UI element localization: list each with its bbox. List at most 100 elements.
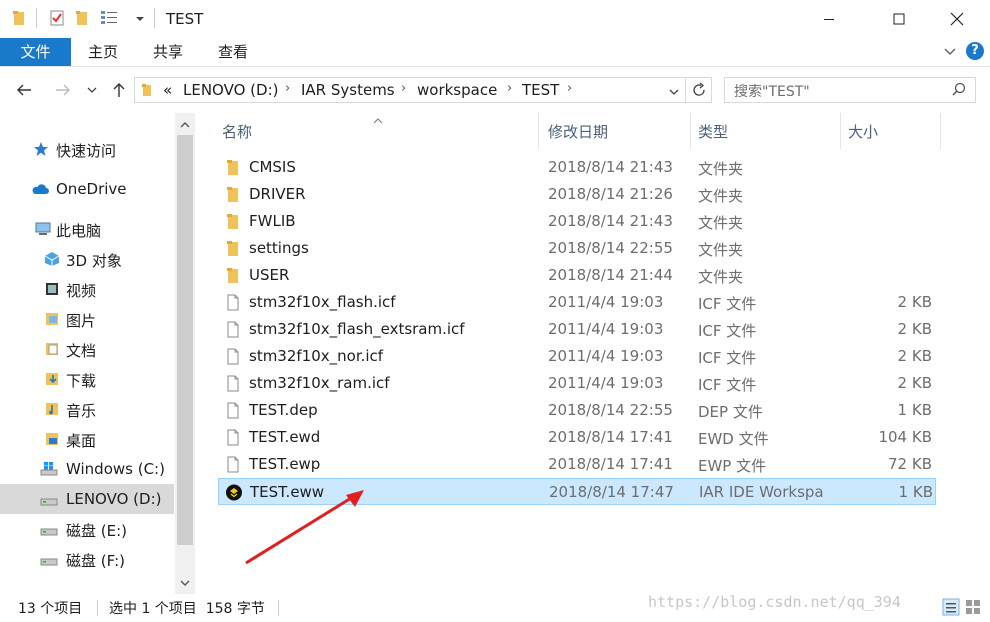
file-row[interactable]: FWLIB 2018/8/14 21:43 文件夹 <box>218 208 936 235</box>
properties-check-icon[interactable] <box>48 9 66 27</box>
maximize-button[interactable] <box>876 0 922 38</box>
download-icon <box>44 371 60 387</box>
file-date: 2018/8/14 21:43 <box>548 158 673 176</box>
up-button[interactable] <box>108 79 130 101</box>
file-icon <box>224 321 242 338</box>
refresh-icon[interactable] <box>691 82 707 102</box>
file-size: 2 KB <box>897 293 932 311</box>
sidebar-item-documents[interactable]: 文档 <box>0 334 174 364</box>
sidebar-item-videos[interactable]: 视频 <box>0 274 174 304</box>
window-title: TEST <box>166 10 204 28</box>
forward-button[interactable] <box>52 79 74 101</box>
column-header-size[interactable]: 大小 <box>848 121 878 142</box>
column-header-type[interactable]: 类型 <box>698 121 728 142</box>
sidebar-item-onedrive[interactable]: OneDrive <box>0 174 174 204</box>
file-size: 1 KB <box>898 483 933 501</box>
file-type: ICF 文件 <box>698 376 757 394</box>
breadcrumb-drive[interactable]: LENOVO (D:) <box>183 81 278 99</box>
new-folder-icon[interactable] <box>74 9 92 27</box>
search-placeholder[interactable]: 搜索"TEST" <box>734 81 810 101</box>
star-icon <box>33 141 49 157</box>
sidebar-item-3d-objects[interactable]: 3D 对象 <box>0 244 174 274</box>
forward-arrow-icon <box>56 84 70 96</box>
file-type: IAR IDE Workspa <box>699 483 824 501</box>
file-row[interactable]: CMSIS 2018/8/14 21:43 文件夹 <box>218 154 936 181</box>
file-name: USER <box>249 266 290 284</box>
ribbon-expand-icon[interactable] <box>943 44 957 62</box>
file-row[interactable]: settings 2018/8/14 22:55 文件夹 <box>218 235 936 262</box>
documents-icon <box>44 341 60 357</box>
file-row[interactable]: stm32f10x_flash.icf 2011/4/4 19:03 ICF 文件 2… <box>218 289 936 316</box>
sidebar-item-lenovo-d[interactable]: LENOVO (D:) <box>0 484 174 514</box>
close-button[interactable] <box>934 0 980 38</box>
file-date: 2011/4/4 19:03 <box>548 347 664 365</box>
sidebar-item-disk-e[interactable]: 磁盘 (E:) <box>0 514 174 544</box>
back-button[interactable] <box>13 79 35 101</box>
file-date: 2011/4/4 19:03 <box>548 320 664 338</box>
file-type: EWP 文件 <box>698 457 767 475</box>
file-size: 2 KB <box>897 347 932 365</box>
address-bar[interactable]: « LENOVO (D:) › IAR Systems › workspace … <box>134 77 712 103</box>
breadcrumb-chevron-icon[interactable]: › <box>507 81 512 96</box>
scrollbar-thumb[interactable] <box>177 135 193 545</box>
scroll-up-icon[interactable] <box>179 117 191 135</box>
scroll-down-icon[interactable] <box>179 575 191 593</box>
tab-share[interactable]: 共享 <box>143 38 193 66</box>
help-icon[interactable]: ? <box>966 42 984 60</box>
breadcrumb-chevron-icon[interactable]: › <box>285 81 290 96</box>
sidebar-item-disk-f[interactable]: 磁盘 (F:) <box>0 544 174 574</box>
file-size: 72 KB <box>888 455 932 473</box>
file-row[interactable]: DRIVER 2018/8/14 21:26 文件夹 <box>218 181 936 208</box>
breadcrumb-iar[interactable]: IAR Systems <box>301 81 395 99</box>
recent-locations-button[interactable] <box>84 79 100 101</box>
file-row[interactable]: stm32f10x_flash_extsram.icf 2011/4/4 19:0… <box>218 316 936 343</box>
sidebar-item-quick-access[interactable]: 快速访问 <box>0 134 174 164</box>
file-row[interactable]: USER 2018/8/14 21:44 文件夹 <box>218 262 936 289</box>
file-type: ICF 文件 <box>698 349 757 367</box>
file-icon <box>224 294 242 311</box>
breadcrumb-workspace[interactable]: workspace <box>417 81 497 99</box>
file-name: stm32f10x_flash_extsram.icf <box>249 320 465 338</box>
breadcrumb-chevron-icon[interactable]: › <box>567 81 572 96</box>
breadcrumb-chevron-icon[interactable]: › <box>401 81 406 96</box>
file-type: EWD 文件 <box>698 430 769 448</box>
tab-home[interactable]: 主页 <box>78 38 128 66</box>
file-icon <box>224 375 242 392</box>
view-icon[interactable] <box>100 9 118 27</box>
sidebar-item-windows-c[interactable]: Windows (C:) <box>0 454 174 484</box>
file-row[interactable]: TEST.ewd 2018/8/14 17:41 EWD 文件 104 KB <box>218 424 936 451</box>
tab-view[interactable]: 查看 <box>208 38 258 66</box>
column-header-name[interactable]: 名称 <box>222 121 252 142</box>
dropdown-arrow-icon[interactable] <box>134 11 152 29</box>
sidebar-item-pictures[interactable]: 图片 <box>0 304 174 334</box>
file-row[interactable]: TEST.ewp 2018/8/14 17:41 EWP 文件 72 KB <box>218 451 936 478</box>
sidebar-scrollbar[interactable] <box>175 113 195 594</box>
search-icon[interactable] <box>951 82 967 102</box>
breadcrumb-overflow[interactable]: « <box>163 81 172 99</box>
large-icons-view-icon[interactable] <box>964 598 982 620</box>
details-view-icon[interactable] <box>942 598 960 620</box>
column-header-date[interactable]: 修改日期 <box>548 121 608 142</box>
file-name: TEST.dep <box>249 401 318 419</box>
search-box[interactable]: 搜索"TEST" <box>724 77 976 103</box>
file-name: stm32f10x_flash.icf <box>249 293 396 311</box>
file-name: settings <box>249 239 309 257</box>
drive-icon <box>40 491 58 507</box>
address-dropdown-icon[interactable] <box>668 84 680 102</box>
sidebar-item-downloads[interactable]: 下载 <box>0 364 174 394</box>
file-date: 2018/8/14 22:55 <box>548 401 673 419</box>
sidebar-item-this-pc[interactable]: 此电脑 <box>0 214 174 244</box>
file-row[interactable]: stm32f10x_ram.icf 2011/4/4 19:03 ICF 文件 2 K… <box>218 370 936 397</box>
tab-file[interactable]: 文件 <box>0 38 71 66</box>
folder-icon <box>141 82 157 102</box>
minimize-icon <box>824 19 834 20</box>
title-bar: TEST <box>0 0 990 38</box>
file-row[interactable]: TEST.dep 2018/8/14 22:55 DEP 文件 1 KB <box>218 397 936 424</box>
sidebar-item-desktop[interactable]: 桌面 <box>0 424 174 454</box>
file-name: CMSIS <box>249 158 296 176</box>
sidebar-item-music[interactable]: 音乐 <box>0 394 174 424</box>
chevron-down-icon <box>87 87 97 93</box>
minimize-button[interactable] <box>806 0 852 38</box>
file-row[interactable]: stm32f10x_nor.icf 2011/4/4 19:03 ICF 文件 2 K… <box>218 343 936 370</box>
breadcrumb-test[interactable]: TEST <box>522 81 559 99</box>
